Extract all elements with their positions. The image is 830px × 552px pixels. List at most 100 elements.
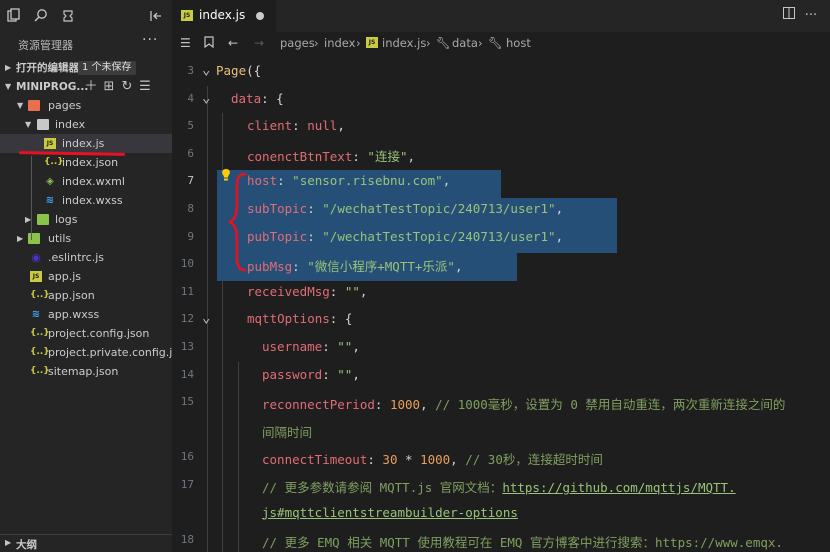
json-file-icon: {..} <box>30 328 50 338</box>
code-token: : <box>307 201 323 216</box>
code-token: , <box>555 228 564 244</box>
unsaved-badge: 1 个未保存 <box>78 61 136 75</box>
list-icon[interactable]: ☰ <box>180 36 191 50</box>
line-number: 8 <box>187 202 194 215</box>
folder-icon <box>28 100 40 111</box>
json-file-icon: {..} <box>30 290 50 300</box>
code-token: "微信小程序+MQTT+乐派" <box>307 259 455 275</box>
code-line: conenctBtnText: "连接", <box>247 146 415 165</box>
code-token: client <box>247 118 293 134</box>
folder-icon <box>37 214 49 225</box>
code-token: ({ <box>246 63 262 78</box>
tree-item[interactable]: {..} app.json <box>0 286 172 305</box>
js-file-icon: JS <box>181 10 193 21</box>
chevron-right-icon: ▶ <box>5 63 12 72</box>
code-token: , <box>555 201 564 216</box>
new-folder-icon[interactable]: ⊞ <box>100 77 118 97</box>
tree-item[interactable]: {..} index.json <box>0 153 172 172</box>
activity-toolbar <box>0 0 172 32</box>
tree-item[interactable]: ≋ index.wxss <box>0 191 172 210</box>
extensions-icon[interactable] <box>60 8 76 24</box>
collapse-all-icon[interactable]: ☰ <box>136 77 154 97</box>
code-token: , <box>407 148 416 164</box>
code-token: "/wechatTestTopic/240713/user1" <box>322 228 556 244</box>
folder-icon <box>28 233 40 244</box>
code-token: , <box>352 339 360 354</box>
code-token: 1000 <box>420 452 451 468</box>
eslint-file-icon: ◉ <box>31 251 41 264</box>
bookmark-icon[interactable] <box>204 36 214 51</box>
split-editor-icon[interactable] <box>778 7 800 23</box>
tree-item[interactable]: {..}project.private.config.js... <box>0 343 172 362</box>
breadcrumb-data[interactable]: data <box>452 32 478 54</box>
breadcrumb-pages[interactable]: pages <box>280 32 315 54</box>
tree-item[interactable]: ◉ .eslintrc.js <box>0 248 172 267</box>
code-token: password <box>262 366 323 382</box>
tree-item[interactable]: {..} sitemap.json <box>0 362 172 381</box>
breadcrumb-file[interactable]: index.js <box>382 32 426 54</box>
collapse-panel-icon[interactable] <box>148 8 164 24</box>
code-token: : <box>292 259 308 275</box>
fold-chevron-icon[interactable]: ⌄ <box>202 90 210 106</box>
unsaved-dot-icon[interactable] <box>256 12 264 20</box>
tree-item[interactable]: JS app.js <box>0 267 172 286</box>
back-arrow-icon[interactable]: ← <box>228 36 238 50</box>
code-token: subTopic <box>247 201 308 216</box>
tab-index-js[interactable]: JS index.js <box>172 0 276 32</box>
refresh-icon[interactable]: ↻ <box>118 77 136 97</box>
code-token: pubTopic <box>247 228 308 244</box>
tree-item[interactable]: ▶ logs <box>0 210 172 229</box>
forward-arrow-icon[interactable]: → <box>254 36 264 50</box>
code-token: "" <box>337 339 353 354</box>
fold-chevron-icon[interactable]: ⌄ <box>202 62 210 78</box>
more-actions-icon[interactable]: ··· <box>800 8 822 23</box>
explorer-title: 资源管理器 <box>18 39 73 52</box>
code-line: // 更多 EMQ 相关 MQTT 使用教程可在 EMQ 官方博客中进行搜索：h… <box>262 532 783 551</box>
code-editor[interactable]: 3 ⌄ Page({4 ⌄ data: {5 client: null, 6 conenctB… <box>172 56 830 552</box>
chevron-right-icon: ▶ <box>5 538 12 547</box>
line-number: 12 <box>180 312 194 326</box>
files-icon[interactable] <box>6 8 22 24</box>
tree-item[interactable]: ◈ index.wxml <box>0 172 172 191</box>
tree-item-label: project.config.json <box>48 327 150 340</box>
line-number: 11 <box>180 284 194 298</box>
tree-item[interactable]: ▼ pages <box>0 96 172 115</box>
code-token: reconnectPeriod <box>262 397 375 413</box>
tree-item[interactable]: ▶ utils <box>0 229 172 248</box>
code-token: 间隔时间 <box>262 424 313 440</box>
outline-section[interactable]: ▶ 大纲 <box>0 534 172 552</box>
fold-chevron-icon[interactable]: ⌄ <box>202 310 210 326</box>
code-token: : <box>367 452 383 468</box>
more-actions-icon[interactable]: ··· <box>142 32 158 48</box>
tree-item-label: utils <box>48 232 72 245</box>
tree-item[interactable]: ≋ app.wxss <box>0 305 172 324</box>
breadcrumb-index[interactable]: index <box>324 32 355 54</box>
chevron-down-icon[interactable]: ▼ <box>25 115 31 134</box>
code-line: client: null, <box>247 118 345 133</box>
annotation-brace-icon <box>227 172 247 272</box>
code-token: : <box>322 339 338 354</box>
breadcrumb-host[interactable]: host <box>506 32 531 54</box>
chevron-right-icon[interactable]: ▶ <box>17 229 23 248</box>
tree-item[interactable]: JS index.js <box>0 134 172 153</box>
tree-item[interactable]: {..} project.config.json <box>0 324 172 343</box>
project-section[interactable]: ▼ MINIPROG... ＋ ⊞ ↻ ☰ <box>0 77 172 97</box>
code-line: data: { <box>231 91 284 106</box>
tree-item[interactable]: ▼ index <box>0 115 172 134</box>
line-number: 5 <box>187 119 194 133</box>
new-file-icon[interactable]: ＋ <box>82 77 100 97</box>
search-icon[interactable] <box>33 8 49 24</box>
open-editors-section[interactable]: ▶ 打开的编辑器 1 个未保存 <box>0 58 172 78</box>
line-number: 18 <box>180 533 194 547</box>
code-token: : <box>374 397 390 413</box>
chevron-down-icon: ▼ <box>5 82 12 91</box>
line-number: 10 <box>180 257 194 271</box>
explorer-sidebar: 资源管理器 ··· ▶ 打开的编辑器 1 个未保存 ▼ MINIPROG... … <box>0 32 172 552</box>
code-token: "连接" <box>367 148 408 164</box>
code-token: data <box>231 90 262 106</box>
line-number: 17 <box>180 478 194 491</box>
chevron-down-icon[interactable]: ▼ <box>17 96 23 115</box>
line-number: 4 <box>187 91 194 105</box>
open-editors-label: 打开的编辑器 <box>16 62 79 74</box>
code-token: , <box>337 118 345 134</box>
